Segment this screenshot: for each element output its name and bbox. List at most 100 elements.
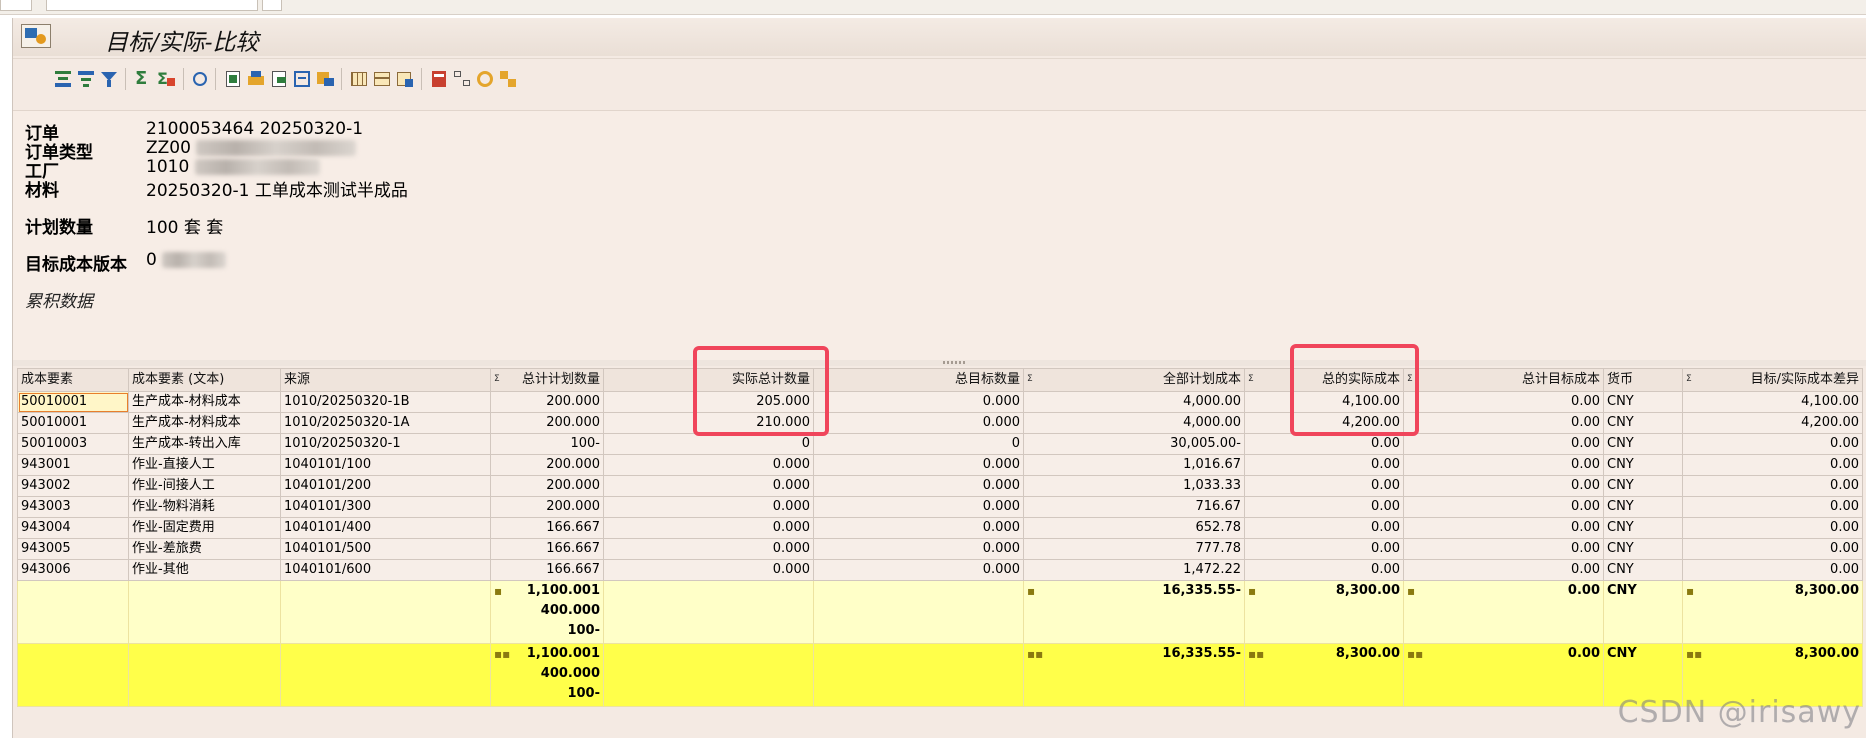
cell-plan-qty[interactable]: 200.000 — [490, 454, 604, 476]
subtotal-variance[interactable]: ▪ 8,300.00 — [1682, 580, 1863, 644]
cell-cost-element[interactable]: 50010003 — [17, 433, 129, 455]
total-target-cost[interactable]: ▪▪ 0.00 — [1403, 643, 1604, 707]
settings-icon[interactable] — [498, 69, 518, 89]
cell-plan-cost[interactable]: 777.78 — [1023, 538, 1245, 560]
cell-target-cost[interactable]: 0.00 — [1403, 559, 1604, 581]
cell-source[interactable]: 1040101/100 — [280, 454, 491, 476]
cell-target-qty[interactable]: 0.000 — [813, 496, 1024, 518]
cell-plan-qty[interactable]: 166.667 — [490, 538, 604, 560]
cell-cost-element-text[interactable]: 生产成本-材料成本 — [128, 412, 281, 434]
col-variance[interactable]: Σ 目标/实际成本差异 — [1682, 368, 1863, 392]
table-row[interactable]: 943002 作业-间接人工 1040101/200 200.000 0.000… — [17, 475, 1863, 497]
cell-variance[interactable]: 0.00 — [1682, 496, 1863, 518]
cell-currency[interactable]: CNY — [1603, 559, 1683, 581]
cell-actual-qty[interactable]: 0.000 — [603, 538, 814, 560]
cell-source[interactable]: 1040101/400 — [280, 517, 491, 539]
cell-currency[interactable]: CNY — [1603, 433, 1683, 455]
top-field-left[interactable] — [0, 0, 32, 11]
save-layout-icon[interactable] — [395, 69, 415, 89]
cell-source[interactable]: 1010/20250320-1B — [280, 391, 491, 413]
cell-actual-cost[interactable]: 0.00 — [1244, 517, 1404, 539]
cell-cost-element-text[interactable]: 作业-间接人工 — [128, 475, 281, 497]
col-cost-element[interactable]: 成本要素 — [17, 368, 129, 392]
details-icon[interactable] — [191, 69, 211, 89]
cell-actual-cost[interactable]: 0.00 — [1244, 475, 1404, 497]
cell-cost-element-text[interactable]: 生产成本-转出入库 — [128, 433, 281, 455]
cell-target-cost[interactable]: 0.00 — [1403, 433, 1604, 455]
cell-target-cost[interactable]: 0.00 — [1403, 538, 1604, 560]
cell-plan-cost[interactable]: 4,000.00 — [1023, 391, 1245, 413]
cell-source[interactable]: 1040101/600 — [280, 559, 491, 581]
cell-target-qty[interactable]: 0 — [813, 433, 1024, 455]
total-actual-cost[interactable]: ▪▪ 8,300.00 — [1244, 643, 1404, 707]
export-excel-icon[interactable] — [223, 69, 243, 89]
cell-actual-cost[interactable]: 0.00 — [1244, 538, 1404, 560]
change-layout-icon[interactable] — [372, 69, 392, 89]
command-field[interactable] — [46, 0, 258, 11]
cell-cost-element-text[interactable]: 作业-其他 — [128, 559, 281, 581]
sort-ascending-icon[interactable] — [53, 69, 73, 89]
cell-actual-cost[interactable]: 0.00 — [1244, 559, 1404, 581]
cell-actual-qty[interactable]: 0.000 — [603, 496, 814, 518]
cell-currency[interactable]: CNY — [1603, 475, 1683, 497]
filter-icon[interactable] — [99, 69, 119, 89]
cell-actual-qty[interactable]: 0.000 — [603, 454, 814, 476]
cell-currency[interactable]: CNY — [1603, 412, 1683, 434]
cell-cost-element-text[interactable]: 作业-固定费用 — [128, 517, 281, 539]
splitter-grip[interactable] — [943, 361, 967, 364]
print-icon[interactable] — [246, 69, 266, 89]
cell-target-cost[interactable]: 0.00 — [1403, 454, 1604, 476]
table-row[interactable]: 50010001 生产成本-材料成本 1010/20250320-1A 200.… — [17, 412, 1863, 434]
cell-target-cost[interactable]: 0.00 — [1403, 412, 1604, 434]
subtotal-target-cost[interactable]: ▪ 0.00 — [1403, 580, 1604, 644]
send-icon[interactable] — [269, 69, 289, 89]
cell-plan-cost[interactable]: 716.67 — [1023, 496, 1245, 518]
cell-actual-qty[interactable]: 0.000 — [603, 517, 814, 539]
cell-plan-qty[interactable]: 166.667 — [490, 517, 604, 539]
cell-cost-element-text[interactable]: 作业-物料消耗 — [128, 496, 281, 518]
cell-cost-element[interactable]: 50010001 — [17, 391, 129, 413]
cell-cost-element[interactable]: 943003 — [17, 496, 129, 518]
cell-cost-element[interactable]: 50010001 — [17, 412, 129, 434]
cell-target-qty[interactable]: 0.000 — [813, 391, 1024, 413]
cell-actual-cost[interactable]: 0.00 — [1244, 496, 1404, 518]
cell-actual-cost[interactable]: 0.00 — [1244, 454, 1404, 476]
cell-source[interactable]: 1040101/500 — [280, 538, 491, 560]
cell-actual-qty[interactable]: 0.000 — [603, 475, 814, 497]
cell-plan-qty[interactable]: 200.000 — [490, 412, 604, 434]
cell-target-cost[interactable]: 0.00 — [1403, 475, 1604, 497]
cell-actual-qty[interactable]: 0.000 — [603, 559, 814, 581]
cell-plan-qty[interactable]: 100- — [490, 433, 604, 455]
cell-cost-element[interactable]: 943006 — [17, 559, 129, 581]
cell-target-qty[interactable]: 0.000 — [813, 454, 1024, 476]
sum-icon[interactable]: Σ — [133, 69, 153, 89]
cell-actual-cost[interactable]: 0.00 — [1244, 433, 1404, 455]
cell-plan-cost[interactable]: 1,016.67 — [1023, 454, 1245, 476]
col-plan-qty[interactable]: Σ 总计计划数量 — [490, 368, 604, 392]
col-currency[interactable]: 货币 — [1603, 368, 1683, 392]
layout-icon[interactable] — [292, 69, 312, 89]
col-plan-cost[interactable]: Σ 全部计划成本 — [1023, 368, 1245, 392]
cell-cost-element-text[interactable]: 作业-直接人工 — [128, 454, 281, 476]
cell-currency[interactable]: CNY — [1603, 538, 1683, 560]
command-button[interactable] — [262, 0, 282, 11]
table-row[interactable]: 943004 作业-固定费用 1040101/400 166.667 0.000… — [17, 517, 1863, 539]
table-row[interactable]: 943006 作业-其他 1040101/600 166.667 0.000 0… — [17, 559, 1863, 581]
cell-plan-qty[interactable]: 200.000 — [490, 391, 604, 413]
cell-variance[interactable]: 0.00 — [1682, 538, 1863, 560]
cell-cost-element[interactable]: 943005 — [17, 538, 129, 560]
cell-cost-element-text[interactable]: 生产成本-材料成本 — [128, 391, 281, 413]
cell-plan-cost[interactable]: 4,000.00 — [1023, 412, 1245, 434]
cell-plan-cost[interactable]: 1,472.22 — [1023, 559, 1245, 581]
cell-target-qty[interactable]: 0.000 — [813, 517, 1024, 539]
table-row[interactable]: 50010001 生产成本-材料成本 1010/20250320-1B 200.… — [17, 391, 1863, 413]
col-source[interactable]: 来源 — [280, 368, 491, 392]
cell-target-qty[interactable]: 0.000 — [813, 475, 1024, 497]
cell-cost-element-text[interactable]: 作业-差旅费 — [128, 538, 281, 560]
cell-target-cost[interactable]: 0.00 — [1403, 517, 1604, 539]
subtotal-plan-qty[interactable]: ▪ 1,100.001 400.000 100- — [490, 580, 604, 644]
col-target-qty[interactable]: 总目标数量 — [813, 368, 1024, 392]
cell-variance[interactable]: 0.00 — [1682, 517, 1863, 539]
cell-target-qty[interactable]: 0.000 — [813, 412, 1024, 434]
total-plan-cost[interactable]: ▪▪ 16,335.55- — [1023, 643, 1245, 707]
